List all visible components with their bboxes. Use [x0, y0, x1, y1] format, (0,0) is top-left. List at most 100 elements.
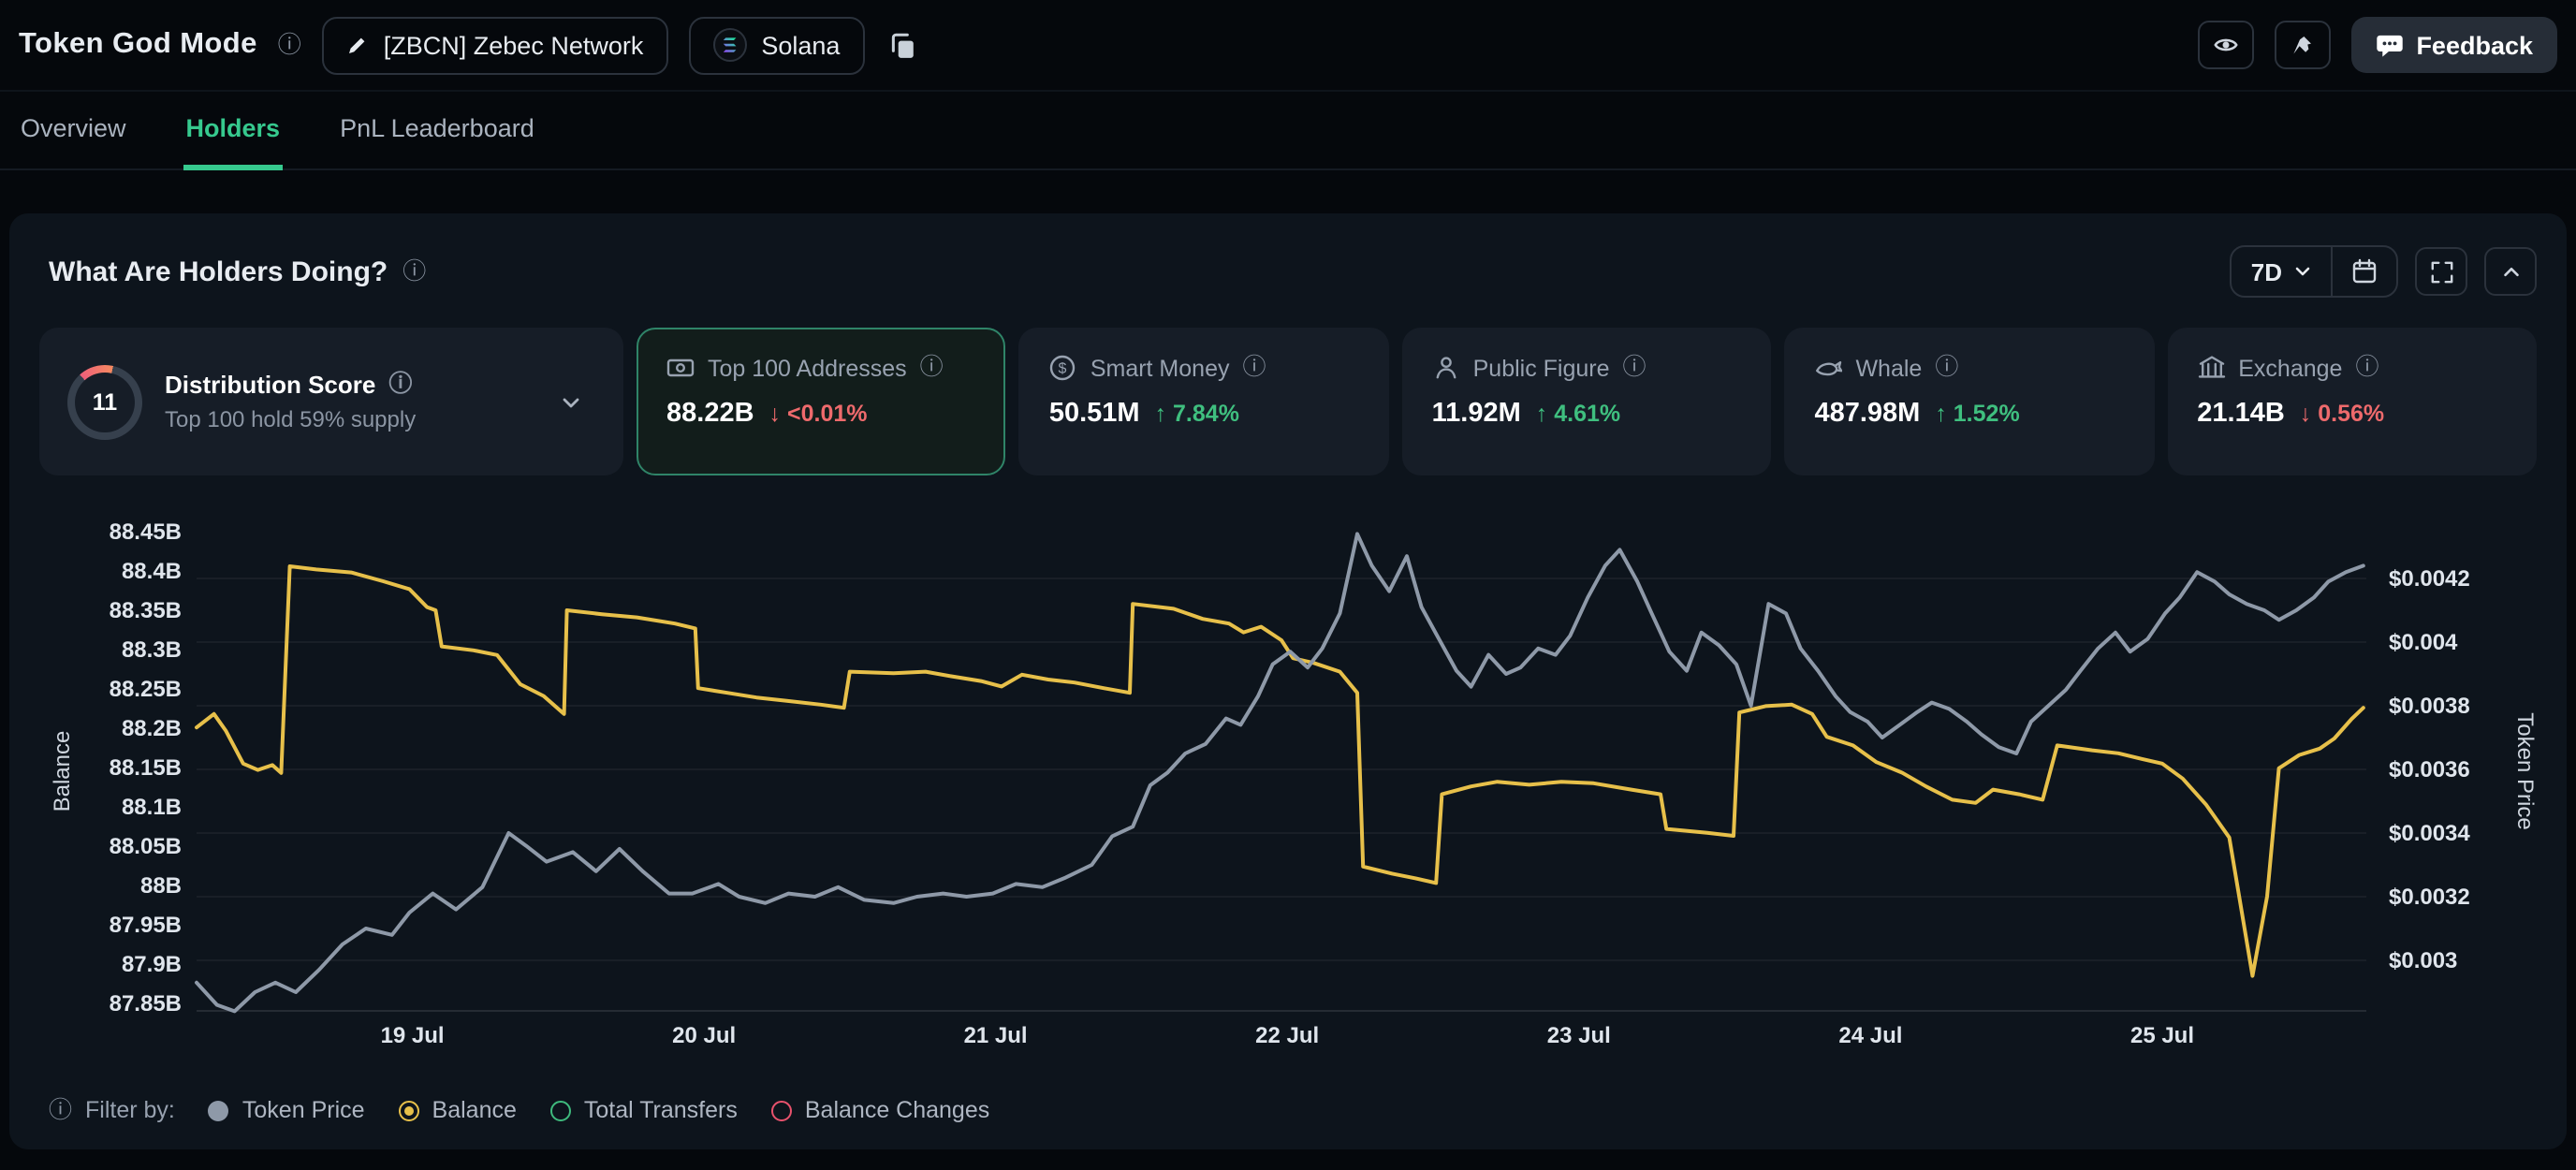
info-icon[interactable]: ⓘ [402, 260, 426, 284]
info-icon[interactable]: ⓘ [388, 373, 412, 397]
filter-total-transfers[interactable]: Total Transfers [550, 1097, 738, 1123]
info-icon[interactable]: ⓘ [1243, 357, 1266, 380]
info-icon[interactable]: ⓘ [1623, 357, 1647, 380]
stat-card-whale[interactable]: Whale ⓘ 487.98M ↑ 1.52% [1784, 328, 2154, 475]
stat-value: 11.92M [1432, 399, 1521, 429]
token-selector-label: [ZBCN] Zebec Network [384, 31, 644, 59]
info-icon[interactable]: ⓘ [49, 1099, 72, 1122]
holders-chart-svg[interactable]: 88.45B88.4B88.35B88.3B88.25B88.2B88.15B8… [9, 487, 2567, 1067]
stat-value: 21.14B [2197, 399, 2285, 429]
banknote-icon [666, 354, 695, 382]
pin-button[interactable] [2274, 21, 2330, 69]
holders-panel: What Are Holders Doing? ⓘ 7D [9, 213, 2567, 1149]
fullscreen-button[interactable] [2415, 247, 2467, 296]
x-axis-tick: 19 Jul [381, 1023, 445, 1048]
panel-header: What Are Holders Doing? ⓘ 7D [9, 213, 2567, 298]
copy-button[interactable] [885, 27, 918, 63]
tab-pnl-leaderboard[interactable]: PnL Leaderboard [338, 92, 536, 170]
distribution-score-card[interactable]: 11 Distribution Score ⓘ Top 100 hold 59%… [39, 328, 623, 475]
copy-icon [888, 31, 915, 59]
left-axis-tick: 88.4B [122, 559, 182, 584]
stat-title: Whale [1855, 355, 1922, 381]
timeframe-value: 7D [2251, 257, 2282, 285]
chain-selector[interactable]: Solana [688, 16, 864, 74]
info-icon[interactable]: ⓘ [2355, 357, 2378, 380]
collapse-icon [2498, 259, 2523, 284]
filter-balance[interactable]: Balance [399, 1097, 517, 1123]
stat-change: ↑ 1.52% [1935, 401, 2019, 427]
timeframe-group: 7D [2231, 245, 2398, 298]
left-axis-title: Balance [50, 731, 75, 812]
coin-icon: $ [1049, 354, 1077, 382]
bank-icon [2197, 354, 2225, 382]
left-axis-tick: 88B [140, 873, 182, 899]
holders-chart[interactable]: 88.45B88.4B88.35B88.3B88.25B88.2B88.15B8… [9, 487, 2567, 1067]
distribution-score-value: 11 [75, 372, 135, 431]
token-price-swatch [209, 1100, 229, 1120]
x-axis-tick: 20 Jul [672, 1023, 736, 1048]
right-axis-tick: $0.0042 [2389, 566, 2470, 592]
total-transfers-swatch [550, 1100, 571, 1120]
stat-value: 487.98M [1814, 399, 1920, 429]
left-axis-tick: 87.95B [110, 913, 182, 938]
filter-balance-changes[interactable]: Balance Changes [771, 1097, 989, 1123]
stat-card-public-figure[interactable]: Public Figure ⓘ 11.92M ↑ 4.61% [1402, 328, 1772, 475]
left-axis-tick: 87.9B [122, 952, 182, 977]
x-axis-tick: 22 Jul [1255, 1023, 1319, 1048]
distribution-score-gauge: 11 [67, 364, 142, 439]
left-axis-tick: 88.15B [110, 755, 182, 781]
watch-button[interactable] [2197, 21, 2253, 69]
info-icon[interactable]: ⓘ [278, 34, 301, 57]
x-axis-tick: 24 Jul [1838, 1023, 1902, 1048]
left-axis-tick: 87.85B [110, 991, 182, 1016]
stat-value: 88.22B [666, 399, 754, 429]
feedback-label: Feedback [2416, 31, 2533, 59]
right-axis-tick: $0.004 [2389, 630, 2458, 655]
token-god-mode-page: Token God Mode ⓘ [ZBCN] Zebec Network So… [0, 0, 2576, 1170]
svg-text:$: $ [1059, 361, 1067, 377]
timeframe-dropdown[interactable]: 7D [2232, 247, 2331, 296]
whale-icon [1814, 354, 1842, 382]
stat-title: Exchange [2238, 355, 2342, 381]
stat-change: ↑ 4.61% [1536, 401, 1620, 427]
chat-bubble-icon [2375, 31, 2403, 59]
right-axis-tick: $0.0032 [2389, 885, 2470, 910]
calendar-button[interactable] [2333, 247, 2396, 296]
stat-title: Public Figure [1473, 355, 1610, 381]
stat-change: ↑ 7.84% [1155, 401, 1239, 427]
tab-overview[interactable]: Overview [19, 92, 128, 170]
tab-holders[interactable]: Holders [184, 92, 283, 170]
distribution-score-subtitle: Top 100 hold 59% supply [165, 406, 524, 432]
stat-title: Top 100 Addresses [708, 355, 907, 381]
stat-card-exchange[interactable]: Exchange ⓘ 21.14B ↓ 0.56% [2167, 328, 2537, 475]
balance-swatch [399, 1100, 419, 1120]
chevron-down-icon [558, 388, 584, 415]
info-icon[interactable]: ⓘ [1935, 357, 1958, 380]
left-axis-tick: 88.1B [122, 795, 182, 820]
filter-label: Balance Changes [805, 1097, 989, 1123]
series-token-price [197, 534, 2364, 1011]
public-figure-icon [1432, 354, 1460, 382]
right-axis-tick: $0.0034 [2389, 821, 2470, 846]
filter-token-price[interactable]: Token Price [209, 1097, 365, 1123]
expand-distribution-button[interactable] [547, 387, 595, 417]
x-axis-tick: 23 Jul [1547, 1023, 1611, 1048]
stat-card-smart-money[interactable]: $ Smart Money ⓘ 50.51M ↑ 7.84% [1019, 328, 1389, 475]
balance-changes-swatch [771, 1100, 792, 1120]
token-selector[interactable]: [ZBCN] Zebec Network [322, 16, 668, 74]
left-axis-tick: 88.25B [110, 677, 182, 702]
filter-by-label: Filter by: [85, 1097, 175, 1123]
stat-change: ↓ <0.01% [769, 401, 868, 427]
collapse-button[interactable] [2484, 247, 2537, 296]
feedback-button[interactable]: Feedback [2350, 17, 2557, 73]
chart-filter-bar: ⓘ Filter by: Token Price Balance Total T… [9, 1067, 2567, 1123]
panel-title: What Are Holders Doing? [49, 256, 388, 287]
info-icon[interactable]: ⓘ [920, 357, 944, 380]
stat-change: ↓ 0.56% [2300, 401, 2384, 427]
stat-card-top-100-addresses[interactable]: Top 100 Addresses ⓘ 88.22B ↓ <0.01% [637, 328, 1006, 475]
left-axis-tick: 88.2B [122, 716, 182, 741]
pin-icon [2290, 33, 2314, 57]
left-axis-tick: 88.45B [110, 519, 182, 545]
right-axis-title: Token Price [2512, 712, 2538, 829]
fullscreen-icon [2429, 259, 2453, 284]
